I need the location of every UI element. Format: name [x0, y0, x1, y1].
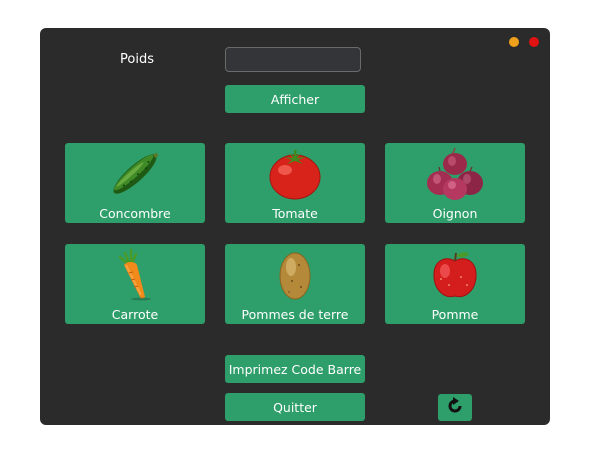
product-label: Oignon — [432, 206, 478, 221]
product-onion-button[interactable]: Oignon — [385, 143, 525, 223]
onion-icon — [385, 146, 525, 202]
apple-icon — [385, 247, 525, 303]
tomato-icon — [225, 146, 365, 202]
product-label: Carrote — [111, 307, 159, 322]
product-label: Pommes de terre — [241, 307, 349, 322]
weight-input[interactable] — [225, 47, 361, 72]
weight-label: Poids — [120, 52, 154, 67]
cucumber-icon — [65, 146, 205, 202]
minimize-button[interactable] — [509, 37, 519, 47]
quit-button[interactable]: Quitter — [225, 393, 365, 421]
app-window: Poids Afficher Concombre Tomate Oignon C… — [40, 28, 550, 425]
product-apple-button[interactable]: Pomme — [385, 244, 525, 324]
product-carrot-button[interactable]: Carrote — [65, 244, 205, 324]
potato-icon — [225, 247, 365, 303]
refresh-button[interactable] — [438, 394, 472, 421]
print-barcode-button[interactable]: Imprimez Code Barre — [225, 355, 365, 383]
product-cucumber-button[interactable]: Concombre — [65, 143, 205, 223]
product-label: Tomate — [272, 206, 318, 221]
carrot-icon — [65, 247, 205, 303]
display-button[interactable]: Afficher — [225, 85, 365, 113]
product-potato-button[interactable]: Pommes de terre — [225, 244, 365, 324]
product-label: Pomme — [431, 307, 479, 322]
close-button[interactable] — [529, 37, 539, 47]
product-tomato-button[interactable]: Tomate — [225, 143, 365, 223]
refresh-icon — [445, 396, 465, 420]
product-label: Concombre — [99, 206, 171, 221]
